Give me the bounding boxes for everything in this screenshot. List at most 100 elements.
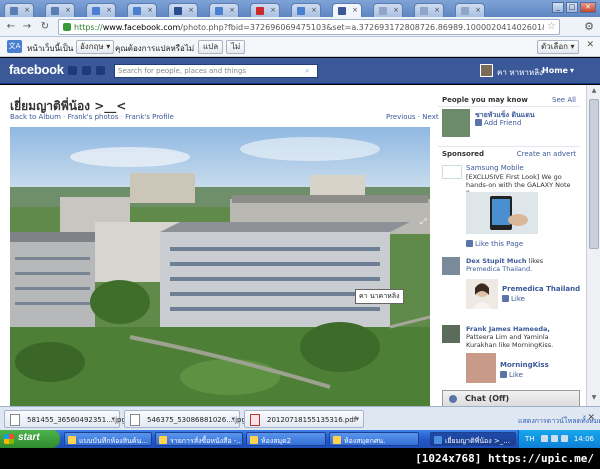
close-tab-icon[interactable]: × <box>475 6 481 14</box>
ad-samsung-like[interactable]: Like this Page <box>466 240 523 248</box>
taskbar-item-label: แบบบันทึกห้องสินค้น... <box>79 437 148 445</box>
url-text[interactable]: https://www.facebook.com/photo.php?fbid=… <box>74 23 544 32</box>
reload-icon[interactable]: ↻ <box>38 20 52 34</box>
dex-name-link[interactable]: Dex Stupit Much <box>466 257 527 265</box>
taskbar-item[interactable]: ห้องสมุด2 <box>246 432 326 446</box>
download-item[interactable]: 581455_36560492351....jpg ▾ <box>4 410 126 428</box>
browser-tab[interactable]: × <box>414 3 444 17</box>
browser-tab[interactable]: × <box>4 3 34 17</box>
wrench-menu-icon[interactable]: ⚙ <box>584 20 594 33</box>
scrollbar-thumb[interactable] <box>589 99 599 249</box>
maximize-icon[interactable]: □ <box>566 2 578 13</box>
chevron-down-icon[interactable]: ▾ <box>231 415 235 423</box>
address-bar[interactable]: https://www.facebook.com/photo.php?fbid=… <box>58 19 560 35</box>
back-arrow-icon[interactable]: ← <box>4 20 18 34</box>
close-tab-icon[interactable]: × <box>229 6 235 14</box>
taskbar-item-active[interactable]: เยี่ยมญาติพี่น้อง >_... <box>430 432 516 446</box>
browser-tab[interactable]: × <box>291 3 321 17</box>
messages-icon[interactable] <box>82 66 91 75</box>
notifications-icon[interactable] <box>96 66 105 75</box>
ad-morningkiss-title[interactable]: MorningKiss <box>500 361 549 369</box>
premedica-link[interactable]: Premedica Thailand. <box>466 265 532 273</box>
start-button[interactable]: start <box>0 430 60 448</box>
user-avatar[interactable] <box>480 64 493 77</box>
language-select[interactable]: อังกฤษ ▾ <box>76 40 115 54</box>
search-icon[interactable]: ⌕ <box>305 66 315 76</box>
ad-premedica-like[interactable]: Like <box>502 295 525 303</box>
home-link[interactable]: Home <box>542 66 568 75</box>
ad-samsung-title[interactable]: Samsung Mobile <box>466 164 524 172</box>
add-friend-link[interactable]: Add Friend <box>475 119 521 127</box>
browser-tab[interactable]: × <box>45 3 75 17</box>
close-tab-icon[interactable]: × <box>311 6 317 14</box>
close-tab-icon[interactable]: × <box>434 6 440 14</box>
close-window-icon[interactable]: ✕ <box>580 2 596 13</box>
browser-tab[interactable]: × <box>209 3 239 17</box>
taskbar-item[interactable]: แบบบันทึกห้องสินค้น... <box>64 432 152 446</box>
taskbar-item[interactable]: รายการสั่งซื้อหนังสือ -... <box>155 432 243 446</box>
scroll-up-icon[interactable]: ▲ <box>589 87 599 97</box>
language-indicator[interactable]: TH <box>525 435 535 443</box>
back-to-album-link[interactable]: Back to Album <box>10 113 61 121</box>
minimize-icon[interactable]: _ <box>552 2 564 13</box>
close-tab-icon[interactable]: × <box>188 6 194 14</box>
bookmark-star-icon[interactable]: ☆ <box>547 21 556 32</box>
pymk-avatar[interactable] <box>442 109 470 137</box>
ad-morningkiss-image[interactable] <box>466 353 496 383</box>
browser-tab[interactable]: × <box>455 3 485 17</box>
translate-options-button[interactable]: ตัวเลือก ▾ <box>537 40 579 54</box>
browser-tab[interactable]: × <box>86 3 116 17</box>
shield-icon[interactable] <box>561 435 568 442</box>
close-tab-icon[interactable]: × <box>270 6 276 14</box>
favicon-icon <box>10 7 18 15</box>
ad-premedica-title[interactable]: Premedica Thailand <box>502 285 580 293</box>
browser-tab[interactable]: × <box>168 3 198 17</box>
main-photo[interactable]: ⤢ คา นาคาหลิง <box>10 127 430 406</box>
previous-photo-link[interactable]: Previous <box>386 113 416 121</box>
browser-tab[interactable]: × <box>250 3 280 17</box>
facebook-search-input[interactable]: Search for people, places and things ⌕ <box>114 64 318 78</box>
samsung-logo[interactable] <box>442 165 462 179</box>
ad-samsung-image[interactable] <box>466 192 538 234</box>
create-advert-link[interactable]: Create an advert <box>517 150 576 158</box>
user-name-link[interactable]: คา หาหาหลิง <box>497 66 543 79</box>
chevron-down-icon[interactable]: ▾ <box>111 415 115 423</box>
close-tab-icon[interactable]: × <box>393 6 399 14</box>
friend-requests-icon[interactable] <box>68 66 77 75</box>
close-tab-icon[interactable]: × <box>147 6 153 14</box>
owner-profile-link[interactable]: Frank's Profile <box>125 113 174 121</box>
scroll-down-icon[interactable]: ▼ <box>589 394 599 404</box>
network-icon[interactable] <box>541 435 548 442</box>
close-tab-icon[interactable]: × <box>65 6 71 14</box>
browser-tab-active[interactable]: × <box>332 3 362 18</box>
page-scrollbar[interactable]: ▲ ▼ <box>586 85 600 406</box>
photo-tag-label[interactable]: คา นาคาหลิง <box>355 289 404 304</box>
taskbar-item[interactable]: ห้องสมุดกศน. <box>329 432 419 446</box>
translate-button[interactable]: แปล <box>198 40 224 54</box>
dex-avatar[interactable] <box>442 257 460 275</box>
ad-premedica-image[interactable] <box>466 279 498 309</box>
download-item[interactable]: 546375_53086881026....jpg ▾ <box>124 410 246 428</box>
no-translate-button[interactable]: ไม่ <box>226 40 246 54</box>
see-all-link[interactable]: See All <box>552 96 576 104</box>
chat-bar[interactable]: Chat (Off) <box>442 390 580 406</box>
close-shelf-icon[interactable]: ✕ <box>587 413 595 423</box>
close-tab-icon[interactable]: × <box>106 6 112 14</box>
expand-photo-icon[interactable]: ⤢ <box>420 217 426 227</box>
close-tab-icon[interactable]: × <box>24 6 30 14</box>
download-item[interactable]: 20120718155135316.pdf ▾ <box>244 410 364 428</box>
frank-avatar[interactable] <box>442 325 460 343</box>
volume-icon[interactable] <box>551 435 558 442</box>
browser-tab[interactable]: × <box>373 3 403 17</box>
forward-arrow-icon[interactable]: → <box>20 20 34 34</box>
owner-photos-link[interactable]: Frank's photos <box>68 113 119 121</box>
frank-names-link[interactable]: Frank James Hameeda, <box>466 325 550 333</box>
chevron-down-icon[interactable]: ▾ <box>355 415 359 423</box>
ad-morningkiss-like[interactable]: Like <box>500 371 523 379</box>
close-tab-icon[interactable]: × <box>352 6 358 14</box>
next-photo-link[interactable]: Next <box>422 113 438 121</box>
facebook-logo[interactable]: facebook <box>9 62 64 77</box>
browser-tab[interactable]: × <box>127 3 157 17</box>
account-menu-icon[interactable]: ▾ <box>570 66 574 75</box>
close-infobar-icon[interactable]: ✕ <box>586 40 594 50</box>
